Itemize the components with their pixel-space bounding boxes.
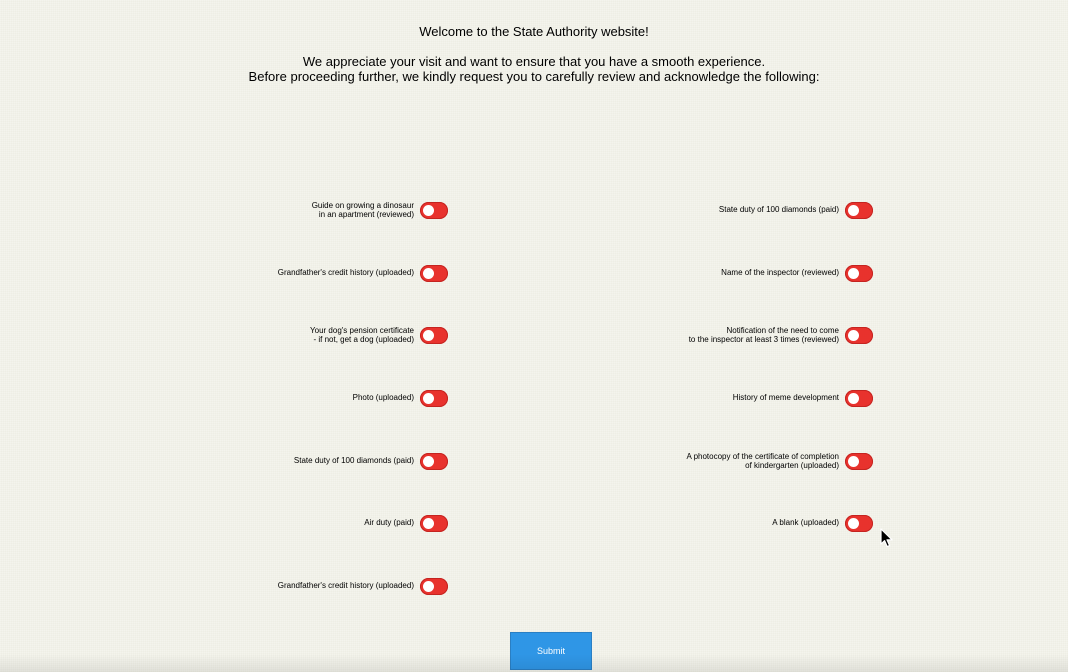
toggle-row-state-duty: State duty of 100 diamonds (paid) xyxy=(294,451,448,471)
toggle-knob xyxy=(423,455,434,467)
toggle-row-grandfather-credit-history-2: Grandfather's credit history (uploaded) xyxy=(278,576,448,596)
toggle-label: Name of the inspector (reviewed) xyxy=(721,268,839,278)
toggle-label: A photocopy of the certificate of comple… xyxy=(686,452,839,471)
toggle-knob xyxy=(848,267,859,279)
toggle-knob xyxy=(423,204,434,216)
toggle-label: Grandfather's credit history (uploaded) xyxy=(278,268,414,278)
toggle-knob xyxy=(848,455,859,467)
toggle-switch[interactable] xyxy=(420,326,448,344)
toggle-knob xyxy=(848,329,859,341)
intro-text-line-1: We appreciate your visit and want to ens… xyxy=(302,54,766,69)
toggle-label-line: of kindergarten (uploaded) xyxy=(745,461,839,470)
toggle-label-line: A photocopy of the certificate of comple… xyxy=(686,451,839,461)
toggle-label: Guide on growing a dinosaur in an apartm… xyxy=(312,201,414,220)
toggle-switch[interactable] xyxy=(420,577,448,595)
intro-header: Welcome to the State Authority website! … xyxy=(0,24,1068,84)
toggle-knob xyxy=(423,517,434,529)
toggle-row-kindergarten-certificate: A photocopy of the certificate of comple… xyxy=(686,451,873,471)
toggle-label: State duty of 100 diamonds (paid) xyxy=(294,456,414,466)
toggle-switch[interactable] xyxy=(420,201,448,219)
toggle-knob xyxy=(423,392,434,404)
intro-text-line-2: Before proceeding further, we kindly req… xyxy=(248,69,820,84)
toggle-switch[interactable] xyxy=(420,452,448,470)
toggle-row-inspector-name: Name of the inspector (reviewed) xyxy=(721,263,873,283)
toggle-label: Grandfather's credit history (uploaded) xyxy=(278,581,414,591)
toggle-knob xyxy=(423,329,434,341)
toggle-row-grandfather-credit-history: Grandfather's credit history (uploaded) xyxy=(278,263,448,283)
toggle-label: State duty of 100 diamonds (paid) xyxy=(719,205,839,215)
toggle-label-line: Grandfather's credit history (uploaded) xyxy=(277,581,414,591)
welcome-title: Welcome to the State Authority website! xyxy=(419,24,649,39)
toggle-label-line: State duty of 100 diamonds (paid) xyxy=(718,205,839,215)
toggle-label-line: to the inspector at least 3 times (revie… xyxy=(688,335,839,344)
toggle-row-photo: Photo (uploaded) xyxy=(353,388,448,408)
toggle-switch[interactable] xyxy=(845,514,873,532)
toggle-label-line: Grandfather's credit history (uploaded) xyxy=(277,268,414,278)
toggle-label: Air duty (paid) xyxy=(364,518,414,528)
toggle-row-meme-history: History of meme development xyxy=(733,388,873,408)
submit-button[interactable]: Submit xyxy=(510,632,592,670)
toggle-label-line: in an apartment (reviewed) xyxy=(318,210,414,219)
toggle-row-state-duty-right: State duty of 100 diamonds (paid) xyxy=(719,200,873,220)
toggle-label: Notification of the need to come to the … xyxy=(689,326,839,345)
toggle-knob xyxy=(848,517,859,529)
toggle-row-air-duty: Air duty (paid) xyxy=(364,513,448,533)
toggle-label-line: A blank (uploaded) xyxy=(772,518,839,528)
toggle-switch[interactable] xyxy=(845,326,873,344)
toggle-label-line: Notification of the need to come xyxy=(726,325,839,335)
toggle-row-blank: A blank (uploaded) xyxy=(772,513,873,533)
toggle-knob xyxy=(423,267,434,279)
toggle-label-line: - if not, get a dog (uploaded) xyxy=(313,335,414,344)
toggle-knob xyxy=(848,204,859,216)
toggle-label: A blank (uploaded) xyxy=(772,518,839,528)
toggle-switch[interactable] xyxy=(420,389,448,407)
toggle-label-line: History of meme development xyxy=(732,393,839,403)
toggle-row-dinosaur-guide: Guide on growing a dinosaur in an apartm… xyxy=(312,200,448,220)
toggle-knob xyxy=(848,392,859,404)
toggle-knob xyxy=(423,580,434,592)
mouse-pointer-icon xyxy=(880,528,893,548)
toggle-label: History of meme development xyxy=(733,393,839,403)
toggle-switch[interactable] xyxy=(845,201,873,219)
toggle-switch[interactable] xyxy=(420,264,448,282)
toggle-label-line: Name of the inspector (reviewed) xyxy=(721,268,839,278)
toggle-label-line: State duty of 100 diamonds (paid) xyxy=(293,456,414,466)
toggle-switch[interactable] xyxy=(420,514,448,532)
toggle-row-dog-pension-certificate: Your dog's pension certificate - if not,… xyxy=(310,325,448,345)
toggle-label-line: Guide on growing a dinosaur xyxy=(311,200,414,210)
toggle-label: Your dog's pension certificate - if not,… xyxy=(310,326,414,345)
toggle-label-line: Photo (uploaded) xyxy=(352,393,414,403)
toggle-label-line: Air duty (paid) xyxy=(364,518,414,528)
toggle-switch[interactable] xyxy=(845,389,873,407)
toggle-switch[interactable] xyxy=(845,452,873,470)
toggle-label-line: Your dog's pension certificate xyxy=(310,325,414,335)
header-spacer xyxy=(0,39,1068,54)
toggle-label: Photo (uploaded) xyxy=(353,393,414,403)
toggle-row-inspector-notification: Notification of the need to come to the … xyxy=(689,325,873,345)
toggle-switch[interactable] xyxy=(845,264,873,282)
